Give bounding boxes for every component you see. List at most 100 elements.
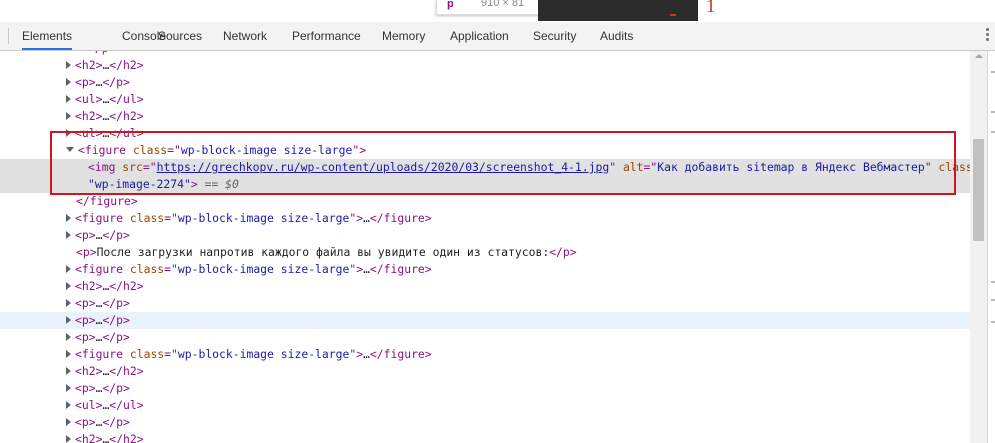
tag-text: <img [88, 160, 123, 174]
attr-name: class [129, 262, 165, 276]
tooltip-tag-name: p [447, 0, 454, 10]
expand-arrow-icon[interactable] [66, 332, 71, 341]
annotation-number: 1 [706, 0, 716, 17]
expand-arrow-icon[interactable] [66, 281, 71, 290]
selected-node-marker: == $0 [197, 177, 239, 191]
tab-performance[interactable]: Performance [292, 22, 361, 49]
tag-text: <figure [78, 143, 133, 157]
tag-text: </p> [549, 245, 577, 259]
tab-elements[interactable]: Elements [22, 22, 73, 50]
attr-value: "wp-image-2274" [88, 177, 191, 191]
expand-arrow-icon[interactable] [66, 264, 71, 273]
dom-node-row[interactable]: <ul>…</ul> [0, 91, 144, 108]
attr-name: class [129, 347, 165, 361]
dom-node-row[interactable]: <h2>…</h2> [0, 431, 144, 443]
dom-node-row[interactable]: <p>…</p> [0, 312, 970, 329]
tab-audits[interactable]: Audits [600, 22, 633, 49]
dom-node-row[interactable]: <ul>…</ul> [0, 125, 144, 142]
dom-node-row[interactable]: <h2>…</h2> [0, 57, 144, 74]
expand-arrow-icon[interactable] [66, 230, 71, 239]
tag-text: </p> [88, 51, 115, 55]
tag-text: <ul> [75, 126, 103, 140]
tab-memory[interactable]: Memory [382, 22, 425, 49]
expand-arrow-icon[interactable] [66, 349, 71, 358]
expand-arrow-icon[interactable] [66, 400, 71, 409]
expand-arrow-icon[interactable] [66, 417, 71, 426]
attr-value: wp-block-image size-large [177, 347, 350, 361]
vertical-scrollbar[interactable] [970, 51, 987, 443]
dom-node-row[interactable]: <p>…</p> [0, 414, 130, 431]
element-inspect-tooltip: p 910 × 81 [436, 0, 540, 15]
devtools-tab-bar: Elements Console Sources Network Performance… [0, 22, 995, 51]
dom-node-row[interactable]: </figure> [0, 193, 138, 210]
styles-pane-edge [987, 51, 995, 443]
dom-node-row[interactable]: <p>…</p> [0, 295, 130, 312]
tag-text: <h2> [75, 364, 103, 378]
more-options-icon[interactable] [986, 28, 989, 43]
dom-tree[interactable]: </p><h2>…</h2><p>…</p><ul>…</ul><h2>…</h… [0, 51, 970, 443]
tag-text: <p> [75, 313, 96, 327]
dom-node-row[interactable]: <figure class="wp-block-image size-large… [0, 346, 432, 363]
tag-text: <p> [75, 228, 96, 242]
dom-node-row[interactable]: <figure class="wp-block-image size-large… [0, 142, 366, 159]
expand-arrow-icon[interactable] [66, 111, 71, 120]
dom-node-row[interactable]: <figure class="wp-block-image size-large… [0, 210, 432, 227]
tag-text: <p> [75, 296, 96, 310]
collapse-arrow-icon[interactable] [66, 147, 74, 152]
tab-bar-divider [8, 28, 9, 44]
expand-arrow-icon[interactable] [66, 213, 71, 222]
tag-text: <figure [75, 211, 130, 225]
expand-arrow-icon[interactable] [66, 366, 71, 375]
dom-node-row[interactable]: <p>…</p> [0, 227, 130, 244]
tag-text: <p> [75, 381, 96, 395]
attr-value: wp-block-image size-large [177, 211, 350, 225]
image-src-link[interactable]: https://grechkopv.ru/wp-content/uploads/… [157, 160, 610, 174]
dom-node-row[interactable]: <p>…</p> [0, 74, 130, 91]
attr-name: class [129, 211, 165, 225]
node-text: После загрузки напротив каждого файла вы… [96, 245, 550, 259]
dom-node-row[interactable]: <p>После загрузки напротив каждого файла… [0, 244, 577, 261]
dom-node-row[interactable]: <h2>…</h2> [0, 278, 144, 295]
tag-text: <ul> [75, 92, 103, 106]
expand-arrow-icon[interactable] [66, 60, 71, 69]
expand-arrow-icon[interactable] [66, 383, 71, 392]
attr-value: wp-block-image size-large [177, 262, 350, 276]
scrollbar-thumb[interactable] [973, 139, 984, 241]
tag-text: <h2> [75, 279, 103, 293]
tag-text: <p> [75, 330, 96, 344]
attr-name: src [122, 160, 143, 174]
attr-value: wp-block-image size-large [180, 143, 353, 157]
tab-application[interactable]: Application [450, 22, 509, 49]
attr-name: class [132, 143, 168, 157]
dom-node-row[interactable]: <figure class="wp-block-image size-large… [0, 261, 432, 278]
expand-arrow-icon[interactable] [66, 434, 71, 443]
tag-text: <h2> [75, 58, 103, 72]
dom-node-row[interactable]: <h2>…</h2> [0, 363, 144, 380]
expand-arrow-icon[interactable] [66, 298, 71, 307]
tag-text: <figure [75, 347, 130, 361]
tag-text: <p> [75, 75, 96, 89]
tab-sources[interactable]: Sources [158, 22, 202, 49]
dom-node-row[interactable]: <img src="https://grechkopv.ru/wp-conten… [0, 159, 970, 193]
expand-arrow-icon[interactable] [66, 77, 71, 86]
dom-node-row[interactable]: <ul>…</ul> [0, 397, 144, 414]
tag-text: </figure> [76, 194, 138, 208]
dom-node-row[interactable]: <h2>…</h2> [0, 108, 144, 125]
tooltip-dimensions: 910 × 81 [481, 0, 525, 9]
attr-name: class= [938, 160, 970, 174]
page-dark-image [538, 0, 698, 21]
tag-text: <p> [76, 245, 97, 259]
tag-text: <p> [75, 415, 96, 429]
dom-node-row[interactable]: <p>…</p> [0, 380, 130, 397]
attr-value: Как добавить sitemap в Яндекс Вебмастер [657, 160, 925, 174]
tag-text: <figure [75, 262, 130, 276]
expand-arrow-icon[interactable] [66, 128, 71, 137]
expand-arrow-icon[interactable] [66, 315, 71, 324]
dom-node-row[interactable]: <p>…</p> [0, 329, 130, 346]
attr-name: alt [622, 160, 644, 174]
expand-arrow-icon[interactable] [66, 94, 71, 103]
tab-security[interactable]: Security [533, 22, 576, 49]
tag-text: <h2> [75, 109, 103, 123]
scroll-up-arrow-icon[interactable] [975, 54, 983, 58]
tab-network[interactable]: Network [223, 22, 267, 49]
